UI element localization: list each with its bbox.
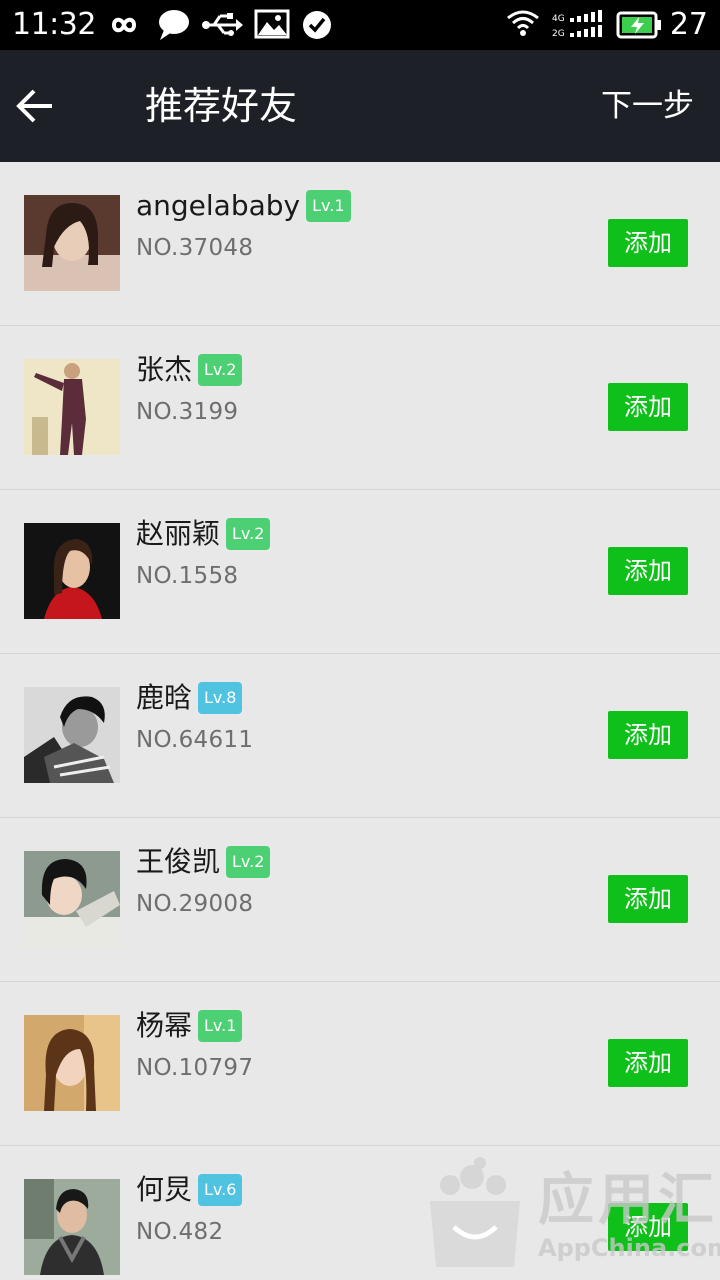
image-icon: [254, 0, 290, 50]
friend-number: NO.1558: [136, 563, 239, 589]
avatar[interactable]: [24, 523, 120, 619]
friend-name-text: angelababy: [136, 189, 301, 222]
status-time: 11:32: [12, 7, 96, 42]
friend-name: 何炅 Lv.6: [136, 1170, 243, 1210]
add-friend-button[interactable]: 添加: [608, 1203, 688, 1251]
level-badge: Lv.2: [198, 354, 243, 386]
avatar[interactable]: [24, 359, 120, 455]
avatar[interactable]: [24, 1015, 120, 1111]
friend-name: 张杰 Lv.2: [136, 350, 243, 390]
infinity-icon: [104, 0, 144, 50]
friend-number: NO.37048: [136, 235, 254, 261]
battery-level: 27: [669, 7, 708, 42]
add-friend-button[interactable]: 添加: [608, 219, 688, 267]
friend-name-text: 何炅: [136, 1173, 193, 1206]
status-bar: 11:32 4G 2G 27: [0, 0, 720, 50]
friend-row: 鹿晗 Lv.8 NO.64611 添加: [0, 654, 720, 818]
screen: 11:32 4G 2G 27 推荐好友 下一步 angelababy Lv.1 …: [0, 0, 720, 1280]
level-badge: Lv.1: [198, 1010, 243, 1042]
add-friend-button[interactable]: 添加: [608, 383, 688, 431]
friend-number: NO.29008: [136, 891, 254, 917]
page-title: 推荐好友: [145, 84, 298, 128]
friend-name-text: 赵丽颖: [136, 517, 221, 550]
level-badge: Lv.1: [306, 190, 351, 222]
friend-number: NO.482: [136, 1219, 224, 1245]
friend-name: angelababy Lv.1: [136, 186, 351, 226]
friend-list: angelababy Lv.1 NO.37048 添加 张杰 Lv.2 NO.319…: [0, 162, 720, 1280]
friend-row: 张杰 Lv.2 NO.3199 添加: [0, 326, 720, 490]
level-badge: Lv.6: [198, 1174, 243, 1206]
friend-name: 杨幂 Lv.1: [136, 1006, 243, 1046]
app-header: 推荐好友 下一步: [0, 50, 720, 162]
network-4g-label: 4G: [552, 14, 565, 24]
signal-icon: 4G 2G: [550, 0, 606, 50]
avatar[interactable]: [24, 851, 120, 947]
add-friend-button[interactable]: 添加: [608, 711, 688, 759]
friend-name: 鹿晗 Lv.8: [136, 678, 243, 718]
avatar[interactable]: [24, 195, 120, 291]
friend-row: 王俊凯 Lv.2 NO.29008 添加: [0, 818, 720, 982]
friend-row: 赵丽颖 Lv.2 NO.1558 添加: [0, 490, 720, 654]
level-badge: Lv.2: [226, 518, 271, 550]
avatar[interactable]: [24, 1179, 120, 1275]
friend-name-text: 张杰: [136, 353, 193, 386]
back-button[interactable]: [14, 84, 58, 128]
battery-charging-icon: [616, 0, 662, 50]
friend-number: NO.64611: [136, 727, 254, 753]
next-step-button[interactable]: 下一步: [601, 82, 694, 130]
friend-name: 赵丽颖 Lv.2: [136, 514, 271, 554]
add-friend-button[interactable]: 添加: [608, 547, 688, 595]
usb-icon: [200, 0, 244, 50]
chat-bubble-icon: [156, 0, 192, 50]
level-badge: Lv.8: [198, 682, 243, 714]
check-circle-icon: [300, 0, 334, 50]
network-2g-label: 2G: [552, 29, 565, 39]
arrow-left-icon: [16, 89, 52, 123]
friend-name-text: 鹿晗: [136, 681, 193, 714]
level-badge: Lv.2: [226, 846, 271, 878]
avatar[interactable]: [24, 687, 120, 783]
friend-number: NO.10797: [136, 1055, 254, 1081]
friend-row: 杨幂 Lv.1 NO.10797 添加: [0, 982, 720, 1146]
add-friend-button[interactable]: 添加: [608, 1039, 688, 1087]
wifi-icon: [506, 0, 540, 50]
add-friend-button[interactable]: 添加: [608, 875, 688, 923]
friend-row: 何炅 Lv.6 NO.482 添加: [0, 1146, 720, 1280]
friend-name-text: 杨幂: [136, 1009, 193, 1042]
friend-number: NO.3199: [136, 399, 239, 425]
friend-name: 王俊凯 Lv.2: [136, 842, 271, 882]
friend-row: angelababy Lv.1 NO.37048 添加: [0, 162, 720, 326]
friend-name-text: 王俊凯: [136, 845, 221, 878]
